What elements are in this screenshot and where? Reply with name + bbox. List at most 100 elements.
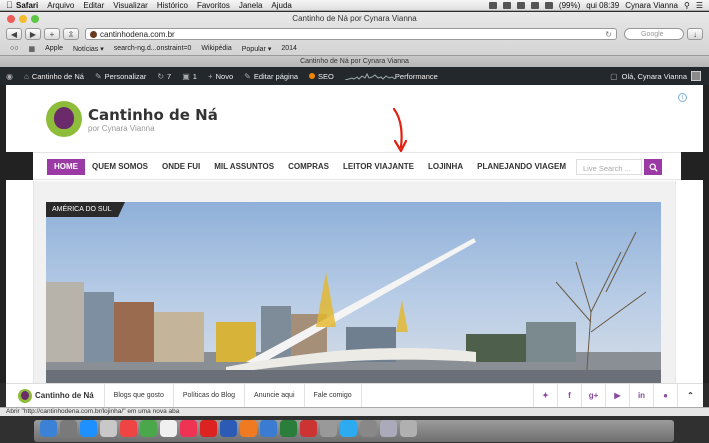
admin-updates[interactable]: ↻ 7: [157, 72, 171, 81]
volume-icon[interactable]: [530, 1, 539, 9]
info-icon[interactable]: i: [678, 93, 687, 102]
bookmark-search[interactable]: search-ng.d...onstraint=0: [114, 45, 192, 52]
menu-app-name[interactable]: Safari: [16, 1, 38, 10]
nav-onde-fui[interactable]: ONDE FUI: [155, 159, 207, 175]
illustrator-icon[interactable]: [240, 420, 257, 437]
bookmark-2014[interactable]: 2014: [281, 45, 297, 52]
new-tab-button[interactable]: +: [44, 28, 60, 40]
footer-link-fale[interactable]: Fale comigo: [305, 383, 362, 408]
photoshop-icon[interactable]: [260, 420, 277, 437]
address-bar[interactable]: cantinhodena.com.br ↻: [85, 28, 617, 40]
forward-button[interactable]: ▶: [25, 28, 41, 40]
preview-icon[interactable]: [320, 420, 337, 437]
admin-seo[interactable]: SEO: [309, 72, 334, 81]
admin-account[interactable]: ▢ Olá, Cynara Vianna: [610, 71, 701, 81]
powerpoint-icon[interactable]: [300, 420, 317, 437]
itunes-icon[interactable]: [180, 420, 197, 437]
calendar-icon[interactable]: [160, 420, 177, 437]
nav-menu: HOME QUEM SOMOS ONDE FUI MIL ASSUNTOS CO…: [47, 159, 573, 175]
admin-customize[interactable]: ✎ Personalizar: [95, 72, 146, 81]
google-plus-icon[interactable]: g+: [581, 383, 605, 408]
launchpad-icon[interactable]: [60, 420, 77, 437]
status-bar: Abrir "http://cantinhodena.com.br/lojinh…: [0, 407, 709, 416]
bluetooth-icon[interactable]: [502, 1, 511, 9]
finder-icon[interactable]: [40, 420, 57, 437]
top-sites-icon[interactable]: ▦: [28, 45, 35, 53]
system-preferences-icon[interactable]: [360, 420, 377, 437]
nav-home[interactable]: HOME: [47, 159, 85, 175]
footer-link-politicas[interactable]: Políticas do Blog: [174, 383, 246, 408]
twitter-icon[interactable]: ✦: [533, 383, 557, 408]
window-title: Cantinho de Ná por Cynara Vianna: [292, 14, 417, 23]
rss-icon[interactable]: ●: [653, 383, 677, 408]
bookmark-wikipedia[interactable]: Wikipédia: [201, 45, 231, 52]
menu-edit[interactable]: Editar: [83, 1, 104, 10]
safari-icon[interactable]: [80, 420, 97, 437]
admin-edit-page[interactable]: ✎ Editar página: [244, 72, 298, 81]
chrome-icon[interactable]: [120, 420, 137, 437]
footer-logo[interactable]: Cantinho de Ná: [6, 383, 105, 408]
facetime-icon[interactable]: [140, 420, 157, 437]
nav-mil-assuntos[interactable]: MIL ASSUNTOS: [207, 159, 281, 175]
live-search-input[interactable]: Live Search ...: [576, 159, 642, 175]
menu-history[interactable]: Histórico: [157, 1, 188, 10]
facebook-icon[interactable]: f: [557, 383, 581, 408]
footer-link-blogs[interactable]: Blogs que gosto: [105, 383, 174, 408]
artichoke-logo-icon: [46, 101, 82, 137]
mail-icon[interactable]: [100, 420, 117, 437]
acrobat-icon[interactable]: [200, 420, 217, 437]
tab-active[interactable]: Cantinho de Ná por Cynara Vianna: [0, 55, 709, 67]
reading-list-icon[interactable]: ○○: [10, 45, 18, 52]
category-badge[interactable]: AMÉRICA DO SUL: [46, 202, 124, 217]
excel-icon[interactable]: [280, 420, 297, 437]
nav-lojinha[interactable]: LOJINHA: [421, 159, 470, 175]
chevron-up-icon[interactable]: ⌃: [677, 383, 703, 408]
menu-file[interactable]: Arquivo: [47, 1, 74, 10]
admin-new[interactable]: + Novo: [208, 72, 233, 81]
menu-help[interactable]: Ajuda: [271, 1, 291, 10]
back-button[interactable]: ◀: [6, 28, 22, 40]
comment-icon: ▣: [182, 71, 190, 81]
menu-view[interactable]: Visualizar: [113, 1, 148, 10]
nav-quem-somos[interactable]: QUEM SOMOS: [85, 159, 155, 175]
word-icon[interactable]: [220, 420, 237, 437]
menu-window[interactable]: Janela: [239, 1, 263, 10]
downloads-button[interactable]: ↓: [687, 28, 703, 40]
featured-image[interactable]: [46, 202, 661, 383]
admin-comments[interactable]: ▣ 1: [182, 72, 197, 81]
web-search-input[interactable]: Google: [624, 28, 684, 40]
youtube-icon[interactable]: ▶: [605, 383, 629, 408]
notifications-icon[interactable]: ☰: [696, 1, 703, 10]
nav-compras[interactable]: COMPRAS: [281, 159, 336, 175]
menu-bookmarks[interactable]: Favoritos: [197, 1, 230, 10]
nav-planejando-viagem[interactable]: PLANEJANDO VIAGEM: [470, 159, 573, 175]
spotlight-icon[interactable]: ⚲: [684, 1, 690, 10]
bookmark-popular[interactable]: Popular ▾: [242, 45, 272, 53]
apple-icon[interactable]: : [6, 0, 16, 10]
skype-icon[interactable]: [340, 420, 357, 437]
bookmark-apple[interactable]: Apple: [45, 45, 63, 52]
linkedin-icon[interactable]: in: [629, 383, 653, 408]
reload-icon[interactable]: ↻: [605, 30, 612, 39]
seo-status-dot: [309, 73, 316, 79]
bookmark-noticias[interactable]: Notícias ▾: [73, 45, 104, 53]
site-logo[interactable]: Cantinho de Ná por Cynara Vianna: [46, 101, 218, 137]
stats-sparkline[interactable]: [344, 72, 395, 80]
downloads-stack-icon[interactable]: [380, 420, 397, 437]
admin-site-name[interactable]: ⌂ Cantinho de Ná: [24, 72, 84, 81]
share-button[interactable]: ⇫: [63, 28, 79, 40]
search-button[interactable]: [644, 159, 662, 175]
nav-leitor-viajante[interactable]: LEITOR VIAJANTE: [336, 159, 421, 175]
menu-user[interactable]: Cynara Vianna: [625, 1, 678, 10]
clock[interactable]: qui 08:39: [586, 1, 619, 10]
mac-menu-bar:  Safari Arquivo Editar Visualizar Histó…: [0, 0, 709, 11]
footer-link-anuncie[interactable]: Anuncie aqui: [245, 383, 305, 408]
battery-icon[interactable]: [544, 1, 553, 9]
admin-performance[interactable]: Performance: [395, 72, 438, 81]
trash-icon[interactable]: [400, 420, 417, 437]
url-text: cantinhodena.com.br: [100, 29, 175, 39]
wp-logo-icon[interactable]: ◉: [6, 72, 13, 81]
wifi-icon[interactable]: [516, 1, 525, 9]
battery-percent: (99%): [558, 0, 581, 10]
dropbox-icon[interactable]: [488, 1, 497, 9]
